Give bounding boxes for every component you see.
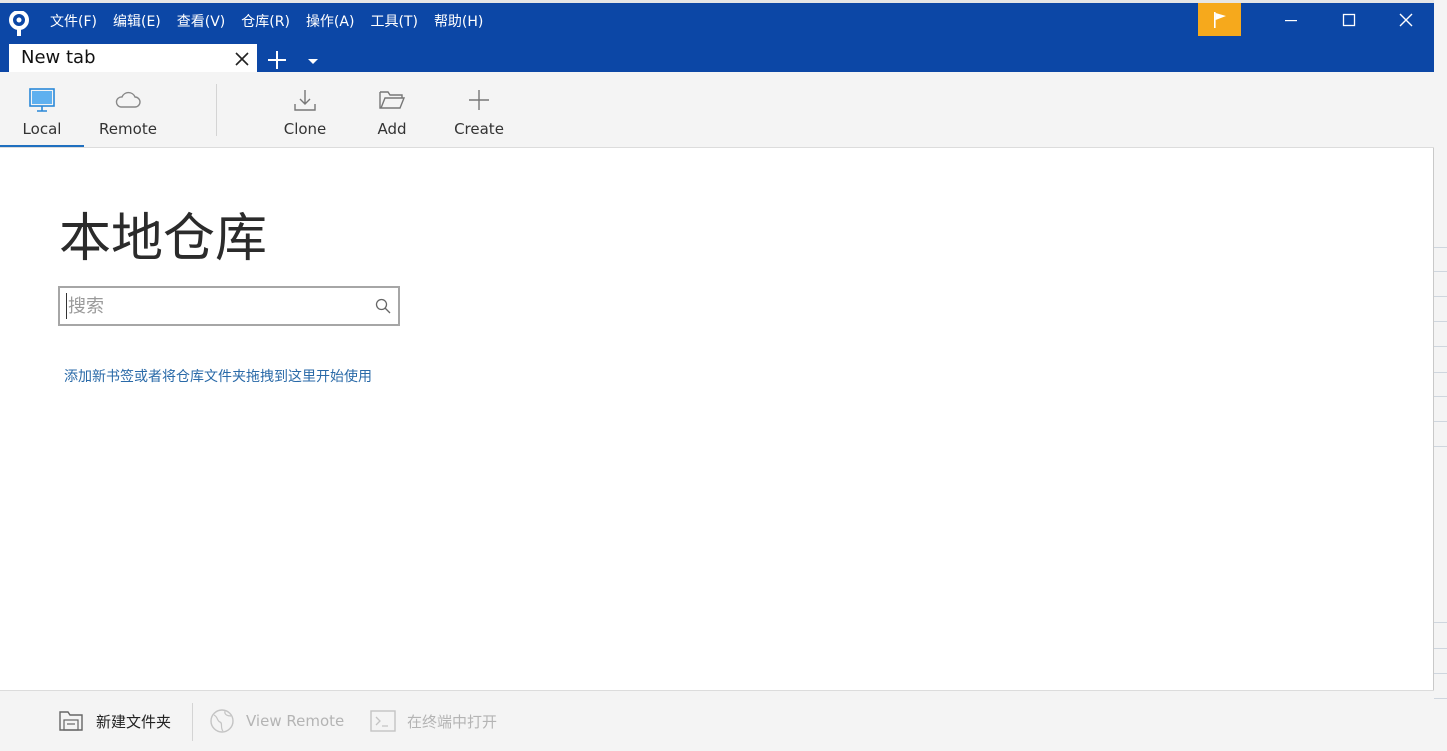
title-bar: 文件(F) 编辑(E) 查看(V) 仓库(R) 操作(A) 工具(T) 帮助(H… bbox=[0, 0, 1435, 75]
tab-local[interactable]: Local bbox=[0, 72, 84, 147]
menu-file[interactable]: 文件(F) bbox=[42, 11, 105, 33]
add-tab-plus-icon[interactable] bbox=[264, 47, 290, 73]
search-box[interactable] bbox=[58, 286, 400, 326]
clone-button[interactable]: Clone bbox=[266, 72, 344, 147]
menu-actions[interactable]: 操作(A) bbox=[298, 11, 363, 33]
bottom-divider bbox=[192, 703, 193, 741]
folder-open-icon bbox=[379, 91, 406, 109]
background-window-edge bbox=[1434, 0, 1447, 751]
add-button[interactable]: Add bbox=[353, 72, 431, 147]
new-folder-label: 新建文件夹 bbox=[96, 712, 172, 731]
create-button[interactable]: Create bbox=[440, 72, 518, 147]
minimize-icon bbox=[1285, 19, 1297, 21]
notification-flag-button[interactable] bbox=[1198, 3, 1241, 36]
tab-dropdown-chevron-icon[interactable] bbox=[304, 53, 322, 69]
maximize-icon bbox=[1342, 13, 1356, 26]
new-folder-icon bbox=[59, 711, 83, 731]
tab-label: New tab bbox=[21, 47, 96, 68]
tab-local-label: Local bbox=[22, 120, 62, 138]
menu-bar: 文件(F) 编辑(E) 查看(V) 仓库(R) 操作(A) 工具(T) 帮助(H… bbox=[42, 11, 491, 33]
flag-icon bbox=[1213, 11, 1226, 28]
maximize-button[interactable] bbox=[1320, 3, 1378, 36]
download-icon bbox=[294, 90, 316, 111]
close-icon bbox=[1399, 13, 1413, 26]
menu-repository[interactable]: 仓库(R) bbox=[233, 11, 298, 33]
monitor-icon bbox=[29, 88, 55, 112]
tab-remote-label: Remote bbox=[99, 120, 157, 138]
app-window: 文件(F) 编辑(E) 查看(V) 仓库(R) 操作(A) 工具(T) 帮助(H… bbox=[0, 0, 1434, 751]
bottom-action-bar: 新建文件夹 View Remote 在终端中打开 bbox=[0, 690, 1434, 751]
globe-icon bbox=[210, 709, 234, 733]
tab-remote[interactable]: Remote bbox=[84, 72, 172, 147]
toolbar-divider bbox=[216, 84, 217, 136]
open-in-terminal-button[interactable]: 在终端中打开 bbox=[369, 707, 497, 735]
view-remote-button[interactable]: View Remote bbox=[208, 707, 344, 735]
close-window-button[interactable] bbox=[1377, 3, 1435, 36]
add-label: Add bbox=[377, 120, 407, 138]
new-folder-button[interactable]: 新建文件夹 bbox=[58, 707, 171, 735]
minimize-button[interactable] bbox=[1262, 3, 1320, 36]
search-input[interactable] bbox=[66, 293, 366, 319]
menu-help[interactable]: 帮助(H) bbox=[426, 11, 491, 33]
create-label: Create bbox=[454, 120, 504, 138]
main-toolbar: Local Remote Clone Add Create bbox=[0, 72, 1434, 148]
tab-new-tab[interactable]: New tab bbox=[9, 44, 257, 75]
view-remote-label: View Remote bbox=[246, 712, 345, 730]
plus-icon bbox=[469, 90, 489, 110]
menu-tools[interactable]: 工具(T) bbox=[362, 11, 425, 33]
sourcetree-logo-icon bbox=[9, 11, 29, 36]
search-icon[interactable] bbox=[374, 297, 392, 315]
terminal-icon bbox=[370, 710, 396, 732]
page-title: 本地仓库 bbox=[59, 209, 268, 269]
open-in-terminal-label: 在终端中打开 bbox=[407, 712, 498, 731]
menu-edit[interactable]: 编辑(E) bbox=[105, 11, 169, 33]
empty-state-hint: 添加新书签或者将仓库文件夹拖拽到这里开始使用 bbox=[64, 369, 372, 385]
cloud-icon bbox=[115, 91, 141, 108]
tab-close-icon[interactable] bbox=[233, 50, 251, 68]
clone-label: Clone bbox=[283, 120, 327, 138]
menu-view[interactable]: 查看(V) bbox=[169, 11, 234, 33]
